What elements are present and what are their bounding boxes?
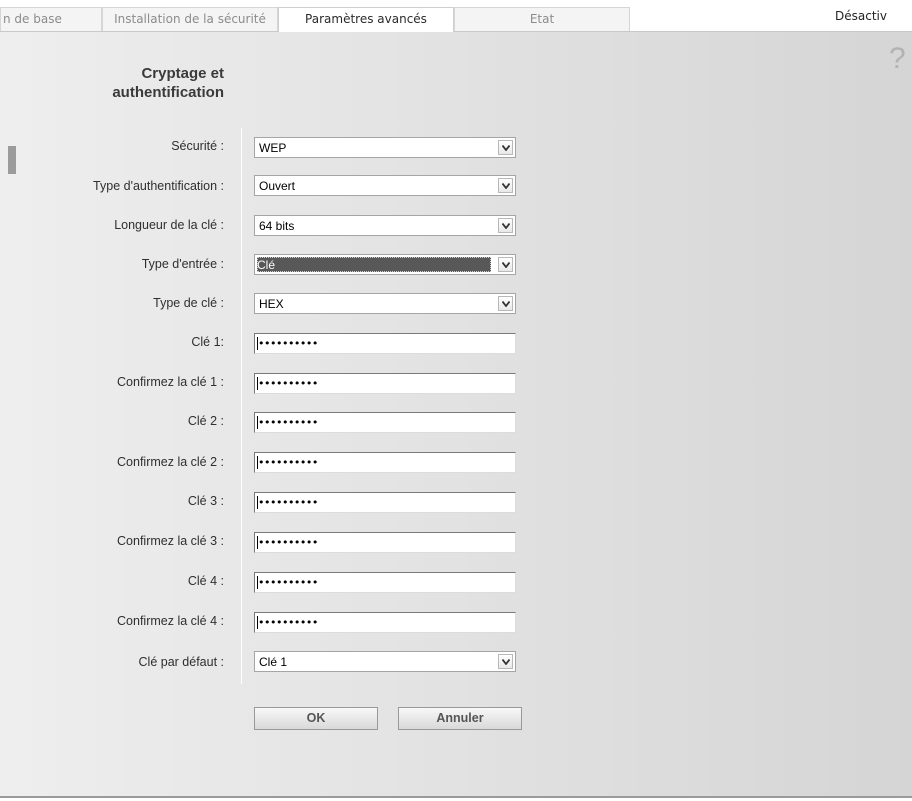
- key1-label: Clé 1:: [191, 335, 224, 349]
- key1-confirm-input[interactable]: ••••••••••: [254, 373, 516, 394]
- key3-confirm-value: ••••••••••: [258, 536, 318, 549]
- chevron-down-icon[interactable]: [498, 218, 513, 233]
- key4-confirm-input[interactable]: ••••••••••: [254, 612, 516, 633]
- default-key-value: Clé 1: [259, 655, 288, 669]
- chevron-down-icon[interactable]: [498, 257, 513, 272]
- input-type-select[interactable]: Clé: [254, 254, 516, 275]
- input-type-value: Clé: [257, 257, 491, 272]
- key-type-label: Type de clé :: [153, 296, 224, 310]
- key2-value: ••••••••••: [258, 416, 318, 429]
- key1-confirm-label: Confirmez la clé 1 :: [117, 375, 224, 389]
- key1-value: ••••••••••: [258, 337, 318, 350]
- auth-type-label: Type d'authentification :: [93, 179, 224, 193]
- tab-security-setup[interactable]: Installation de la sécurité: [102, 7, 278, 31]
- help-icon[interactable]: ?: [889, 44, 906, 74]
- security-label: Sécurité :: [171, 139, 224, 153]
- chevron-down-icon[interactable]: [498, 140, 513, 155]
- key4-value: ••••••••••: [258, 576, 318, 589]
- default-key-label: Clé par défaut :: [138, 655, 224, 669]
- key2-input[interactable]: ••••••••••: [254, 412, 516, 433]
- key4-confirm-label: Confirmez la clé 4 :: [117, 614, 224, 628]
- key2-confirm-value: ••••••••••: [258, 456, 318, 469]
- chevron-down-icon[interactable]: [498, 178, 513, 193]
- key3-input[interactable]: ••••••••••: [254, 492, 516, 513]
- key2-confirm-input[interactable]: ••••••••••: [254, 452, 516, 473]
- tab-basic-settings[interactable]: n de base: [0, 7, 102, 31]
- tab-label: n de base: [3, 12, 62, 26]
- ok-button[interactable]: OK: [254, 707, 378, 730]
- tab-status[interactable]: Etat: [454, 7, 630, 31]
- key3-label: Clé 3 :: [187, 494, 224, 508]
- key-length-select[interactable]: 64 bits: [254, 215, 516, 236]
- key-length-value: 64 bits: [259, 219, 295, 233]
- scroll-marker: [8, 146, 16, 174]
- security-value: WEP: [259, 141, 287, 155]
- tab-label: Etat: [529, 12, 555, 26]
- auth-type-select[interactable]: Ouvert: [254, 175, 516, 196]
- key3-confirm-input[interactable]: ••••••••••: [254, 532, 516, 553]
- key-type-value: HEX: [259, 297, 284, 311]
- auth-type-value: Ouvert: [259, 179, 296, 193]
- tab-advanced-settings[interactable]: Paramètres avancés: [278, 7, 454, 32]
- disable-link[interactable]: Désactiv: [835, 9, 912, 23]
- chevron-down-icon[interactable]: [498, 296, 513, 311]
- section-title: Cryptage et authentification: [112, 65, 224, 101]
- key-type-select[interactable]: HEX: [254, 293, 516, 314]
- key1-confirm-value: ••••••••••: [258, 377, 318, 390]
- input-type-label: Type d'entrée :: [141, 257, 224, 271]
- tab-label: Installation de la sécurité: [114, 12, 266, 26]
- default-key-select[interactable]: Clé 1: [254, 651, 516, 672]
- tab-label: Paramètres avancés: [305, 12, 427, 26]
- key3-confirm-label: Confirmez la clé 3 :: [117, 534, 224, 548]
- bottom-border: [0, 796, 912, 798]
- chevron-down-icon[interactable]: [498, 654, 513, 669]
- key4-label: Clé 4 :: [187, 574, 224, 588]
- key3-value: ••••••••••: [258, 496, 318, 509]
- key2-confirm-label: Confirmez la clé 2 :: [117, 455, 224, 469]
- key4-confirm-value: ••••••••••: [258, 616, 318, 629]
- security-select[interactable]: WEP: [254, 137, 516, 158]
- key1-input[interactable]: ••••••••••: [254, 333, 516, 354]
- column-divider: [241, 128, 242, 684]
- cancel-button[interactable]: Annuler: [398, 707, 522, 730]
- key-length-label: Longueur de la clé :: [114, 218, 224, 232]
- key2-label: Clé 2 :: [187, 414, 224, 428]
- key4-input[interactable]: ••••••••••: [254, 572, 516, 593]
- tab-bar: n de base Installation de la sécurité Pa…: [0, 0, 912, 32]
